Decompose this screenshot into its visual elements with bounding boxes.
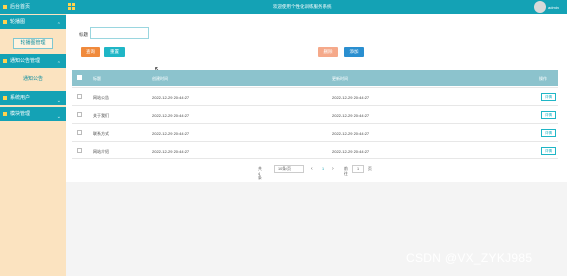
cell-created: 2022-12-29 20:44:27 <box>152 149 190 154</box>
detail-button[interactable]: 详情 <box>541 129 556 137</box>
sidebar-subitem-carousel-manage[interactable]: 轮播图管理 <box>0 36 66 50</box>
top-header: 欢迎使用个性化训练服务系统 admin <box>66 0 567 14</box>
goto-suffix: 页 <box>368 167 372 171</box>
cell-created: 2022-12-29 20:44:27 <box>152 95 190 100</box>
chevron-down-icon: ⌄ <box>56 98 61 104</box>
home-icon <box>3 5 7 9</box>
system-title: 欢迎使用个性化训练服务系统 <box>273 4 332 9</box>
column-header-created: 创建时间 <box>152 76 168 81</box>
cell-created: 2022-12-29 20:44:27 <box>152 131 190 136</box>
chevron-up-icon: ⌃ <box>56 61 61 67</box>
prev-page-icon[interactable]: ‹ <box>311 166 313 172</box>
column-header-title: 标题 <box>93 76 101 81</box>
cell-updated: 2022-12-29 20:44:27 <box>332 113 370 118</box>
cell-title: 网站公告 <box>93 95 109 100</box>
row-checkbox[interactable] <box>77 130 82 135</box>
sidebar: 后台首页 轮播图 ⌃ 轮播图管理 通知公告管理 ⌃ 通知公告 系统用户 ⌄ 模块… <box>0 0 66 276</box>
chevron-up-icon: ⌃ <box>56 22 61 28</box>
username[interactable]: admin <box>548 5 559 10</box>
sidebar-item-carousel[interactable]: 轮播图 ⌃ <box>0 15 66 29</box>
select-all-checkbox[interactable] <box>77 75 82 80</box>
goto-page-input[interactable]: 1 <box>352 165 364 173</box>
page-size-select[interactable]: 10条/页 <box>274 165 304 173</box>
avatar[interactable] <box>534 1 546 13</box>
detail-button[interactable]: 详情 <box>541 93 556 101</box>
sidebar-item-notice-manage[interactable]: 通知公告管理 ⌃ <box>0 54 66 68</box>
sidebar-item-home[interactable]: 后台首页 <box>0 0 66 14</box>
search-label: 标题 <box>79 32 88 37</box>
watermark: CSDN @VX_ZYKJ985 <box>406 251 533 265</box>
sidebar-item-label: 通知公告管理 <box>10 58 41 64</box>
pagination-total: 共 4 条 <box>258 167 262 180</box>
cell-updated: 2022-12-29 20:44:27 <box>332 131 370 136</box>
detail-button[interactable]: 详情 <box>541 111 556 119</box>
sidebar-item-system-user[interactable]: 系统用户 ⌄ <box>0 91 66 105</box>
detail-button[interactable]: 详情 <box>541 147 556 155</box>
row-checkbox[interactable] <box>77 148 82 153</box>
search-button[interactable]: 查询 <box>81 47 100 57</box>
table-row: 网站公告 2022-12-29 20:44:27 2022-12-29 20:4… <box>72 87 558 105</box>
cell-created: 2022-12-29 20:44:27 <box>152 113 190 118</box>
cell-updated: 2022-12-29 20:44:27 <box>332 95 370 100</box>
image-icon <box>3 20 7 24</box>
sidebar-item-module-manage[interactable]: 模块管理 ⌄ <box>0 107 66 121</box>
cell-title: 关于我们 <box>93 113 109 118</box>
menu-grid-icon[interactable] <box>68 3 76 11</box>
delete-button[interactable]: 删除 <box>318 47 338 57</box>
table-row: 网站介绍 2022-12-29 20:44:27 2022-12-29 20:4… <box>72 141 558 159</box>
column-header-action: 操作 <box>539 76 547 81</box>
cell-title: 网站介绍 <box>93 149 109 154</box>
next-page-icon[interactable]: › <box>332 166 334 172</box>
cell-title: 联系方式 <box>93 131 109 136</box>
table-row: 关于我们 2022-12-29 20:44:27 2022-12-29 20:4… <box>72 105 558 123</box>
module-icon <box>3 112 7 116</box>
goto-label: 前往 <box>344 167 348 176</box>
add-button[interactable]: 添加 <box>344 47 364 57</box>
table-row: 联系方式 2022-12-29 20:44:27 2022-12-29 20:4… <box>72 123 558 141</box>
chevron-down-icon: ⌄ <box>56 114 61 120</box>
reset-button[interactable]: 重置 <box>104 47 125 57</box>
sidebar-item-label: 后台首页 <box>10 4 31 10</box>
sidebar-item-label: 系统用户 <box>10 95 31 101</box>
sidebar-item-label: 轮播图 <box>10 19 26 25</box>
table-header: 标题 创建时间 更新时间 操作 <box>72 70 558 86</box>
column-header-updated: 更新时间 <box>332 76 348 81</box>
current-page[interactable]: 1 <box>322 167 324 171</box>
search-input[interactable] <box>90 27 149 39</box>
sidebar-item-label: 模块管理 <box>10 111 31 117</box>
user-icon <box>3 96 7 100</box>
row-checkbox[interactable] <box>77 94 82 99</box>
sidebar-subitem-notice[interactable]: 通知公告 <box>0 72 66 86</box>
row-checkbox[interactable] <box>77 112 82 117</box>
notice-icon <box>3 59 7 63</box>
cell-updated: 2022-12-29 20:44:27 <box>332 149 370 154</box>
